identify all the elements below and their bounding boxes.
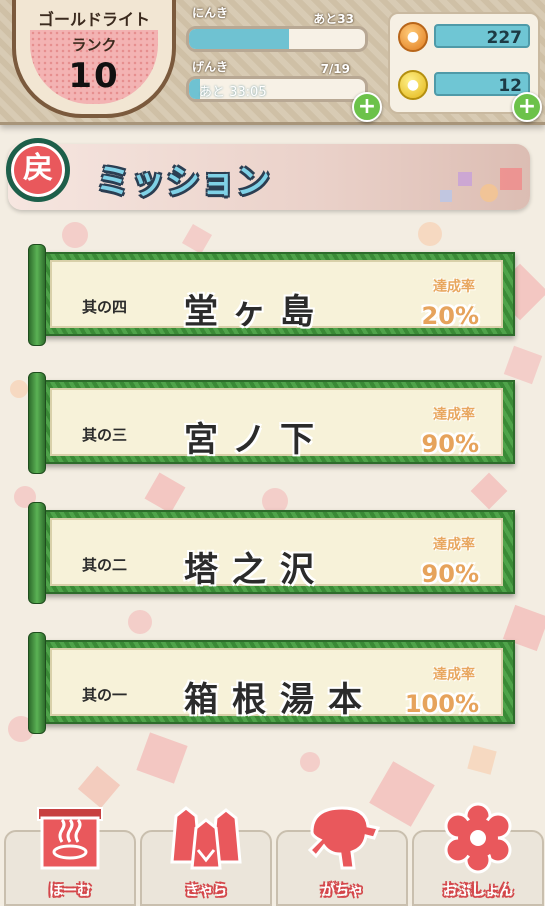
mission-item[interactable]: 其の三 宮ノ下 達成率 90%	[28, 372, 515, 474]
player-name: ゴールドライト	[37, 10, 150, 29]
mission-item[interactable]: 其の一 箱根湯本 達成率 100%	[28, 632, 515, 734]
tab-label: おぷしょん	[443, 883, 513, 899]
scroll-rod	[28, 372, 46, 474]
mission-item[interactable]: 其の四 堂ヶ島 達成率 20%	[28, 244, 515, 346]
mission-name: 堂ヶ島	[184, 292, 328, 332]
tab-label: きゃら	[185, 883, 227, 899]
mission-name: 宮ノ下	[184, 420, 328, 460]
characters-icon	[170, 806, 242, 870]
currency-orange-value: 227	[434, 24, 530, 48]
mission-number: 其の二	[82, 556, 128, 574]
rank-value: 10	[68, 56, 120, 96]
scroll-rod	[28, 502, 46, 604]
tab-label: がちゃ	[321, 883, 363, 899]
currency-gold-value: 12	[434, 72, 530, 96]
rate-label: 達成率	[433, 279, 475, 295]
genki-label: げんき	[192, 60, 229, 74]
rate-label: 達成率	[433, 537, 475, 553]
completion-rate: 90%	[421, 560, 479, 588]
completion-rate: 90%	[421, 430, 479, 458]
rank-label: ランク	[71, 36, 117, 54]
bottom-tab-bar: ほーむ きゃら がちゃ おぷしょん	[0, 800, 545, 906]
genki-timer: あと 33:05	[199, 85, 267, 100]
flower-icon	[444, 802, 512, 874]
mission-number: 其の四	[82, 298, 128, 316]
status-header: ゴールドライト ランク 10 にんき あと33 げんき 7/19 あと 33:0…	[0, 0, 545, 125]
ninki-label: にんき	[192, 6, 229, 20]
onsen-icon	[37, 807, 103, 870]
mission-header: 戻 ミッション	[6, 138, 530, 210]
ninki-bar	[186, 26, 368, 52]
mission-item[interactable]: 其の二 塔之沢 達成率 90%	[28, 502, 515, 604]
orange-coin-icon: ●	[398, 22, 428, 52]
back-button[interactable]: 戻	[6, 138, 70, 202]
mission-name: 塔之沢	[184, 550, 328, 590]
ninki-remaining: あと33	[313, 12, 354, 26]
genki-bar: あと 33:05	[186, 76, 368, 102]
gold-coin-icon: ●	[398, 70, 428, 100]
scroll-rod	[28, 244, 46, 346]
tab-options[interactable]: おぷしょん	[412, 802, 544, 906]
currency-add-button[interactable]: +	[512, 92, 542, 122]
genki-bar-fill	[189, 79, 200, 99]
completion-rate: 100%	[404, 690, 479, 718]
scroll-rod	[28, 632, 46, 734]
genki-add-button[interactable]: +	[352, 92, 382, 122]
tab-gacha[interactable]: がちゃ	[276, 806, 408, 906]
rank-badge: ゴールドライト ランク 10	[12, 0, 176, 118]
completion-rate: 20%	[421, 302, 479, 330]
tab-home[interactable]: ほーむ	[4, 807, 136, 906]
ninki-bar-fill	[189, 29, 290, 49]
rate-label: 達成率	[433, 667, 475, 683]
genki-count: 7/19	[320, 62, 350, 76]
mission-number: 其の一	[82, 686, 128, 704]
mission-number: 其の三	[82, 426, 128, 444]
page-title: ミッション	[96, 162, 271, 202]
gacha-icon	[307, 806, 381, 870]
tab-label: ほーむ	[49, 883, 91, 899]
mission-name: 箱根湯本	[184, 680, 376, 720]
tab-characters[interactable]: きゃら	[140, 806, 272, 906]
rate-label: 達成率	[433, 407, 475, 423]
